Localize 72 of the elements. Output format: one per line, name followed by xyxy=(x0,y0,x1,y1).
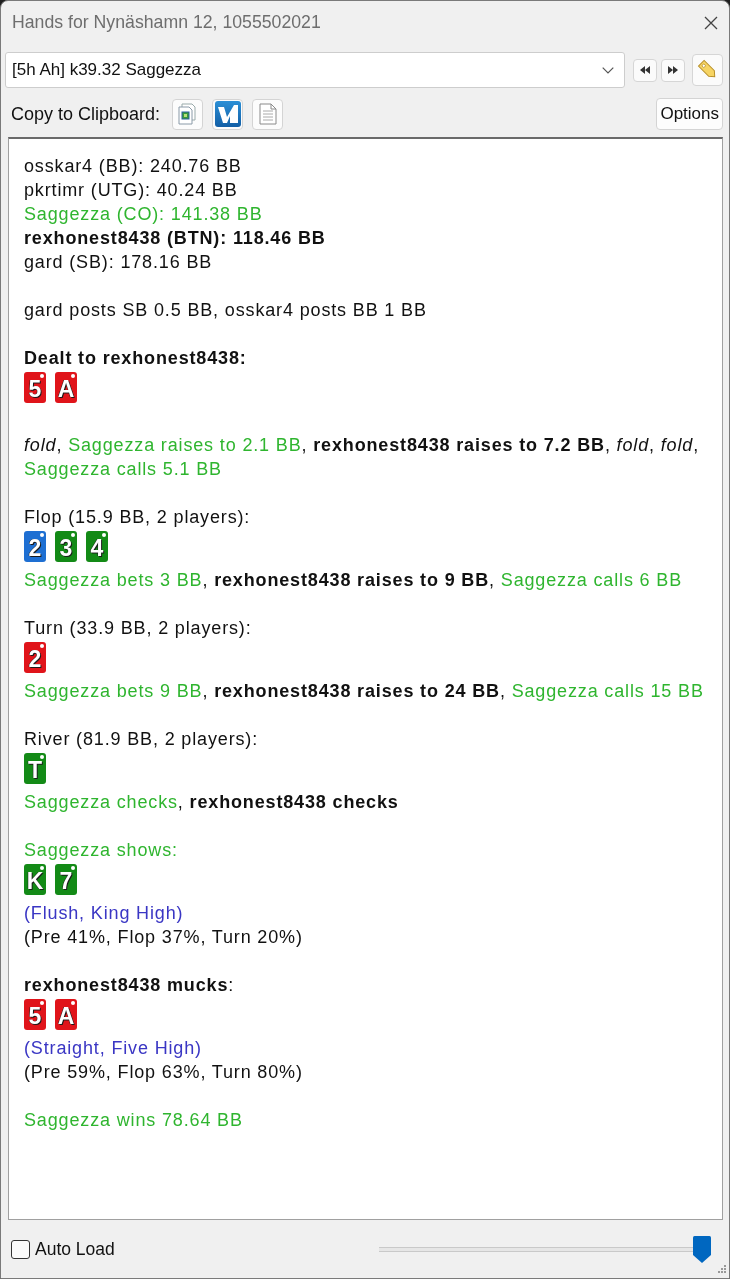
suit-pip-icon xyxy=(40,755,44,759)
zigzag-logo-icon xyxy=(214,101,241,127)
log-text: Flop (15.9 BB, 2 players): xyxy=(24,507,251,527)
opponent-text: Saggezza bets 3 BB, xyxy=(24,570,209,590)
hero-text: rexhonest8438 raises to 7.2 BB, xyxy=(313,435,611,455)
log-text: osskar4 (BB): 240.76 BB xyxy=(24,156,242,176)
hand-rank-text: (Straight, Five High) xyxy=(24,1038,202,1058)
opponent-text: Saggezza checks, xyxy=(24,792,184,812)
slider-thumb[interactable] xyxy=(693,1235,711,1263)
opponent-text: Saggezza shows: xyxy=(24,840,178,860)
opponent-text: Saggezza (CO): 141.38 BB xyxy=(24,204,263,224)
checkbox-label[interactable]: Auto Load xyxy=(35,1238,115,1260)
next-hand-button[interactable] xyxy=(661,58,685,82)
suit-pip-icon xyxy=(40,1001,44,1005)
suit-pip-icon xyxy=(71,374,75,378)
suit-pip-icon xyxy=(71,533,75,537)
log-text: gard (SB): 178.16 BB xyxy=(24,252,213,272)
auto-load-checkbox[interactable] xyxy=(11,1239,30,1259)
suit-pip-icon xyxy=(102,533,106,537)
opponent-text: Saggezza calls 15 BB xyxy=(511,681,704,701)
fast-forward-icon xyxy=(668,66,678,74)
card-rank: 7 xyxy=(59,869,73,893)
fold-text: fold, xyxy=(24,435,63,455)
card-rank: 2 xyxy=(28,536,42,560)
window-title: Hands for Nynäshamn 12, 1055502021 xyxy=(12,12,321,33)
fold-text: fold, xyxy=(660,435,699,455)
hero-text: rexhonest8438 (BTN): 118.46 BB xyxy=(24,228,326,248)
opponent-text: Saggezza calls 6 BB xyxy=(500,570,683,590)
card-rank: 3 xyxy=(59,536,73,560)
log-text: River (81.9 BB, 2 players): xyxy=(24,729,259,749)
copy-logo-button[interactable] xyxy=(212,98,244,130)
hand-dropdown[interactable]: [5h Ah] k39.32 Saggezza xyxy=(5,52,625,88)
previous-hand-button[interactable] xyxy=(633,58,657,82)
chevron-down-icon xyxy=(602,66,614,74)
opponent-text: Saggezza raises to 2.1 BB, xyxy=(68,435,308,455)
card-rank: 5 xyxy=(28,1004,42,1028)
card-rank: 5 xyxy=(28,377,42,401)
hero-text: Dealt to rexhonest8438: xyxy=(24,348,247,368)
close-icon xyxy=(704,15,718,30)
card-rank: 2 xyxy=(28,647,42,671)
log-text: (Pre 59%, Flop 63%, Turn 80%) xyxy=(24,1062,303,1082)
log-text: (Pre 41%, Flop 37%, Turn 20%) xyxy=(24,927,303,947)
rewind-icon xyxy=(640,66,650,74)
hand-rank-text: (Flush, King High) xyxy=(24,903,184,923)
document-icon xyxy=(257,103,278,125)
suit-pip-icon xyxy=(40,374,44,378)
opponent-text: Saggezza calls 5.1 BB xyxy=(24,459,222,479)
card-rank: T xyxy=(27,758,43,782)
card-rank: A xyxy=(57,1004,75,1028)
suit-pip-icon xyxy=(71,1001,75,1005)
suit-pip-icon xyxy=(40,533,44,537)
card-rank: 4 xyxy=(90,536,104,560)
log-text: gard posts SB 0.5 BB, xyxy=(24,300,219,320)
image-document-icon xyxy=(177,103,198,125)
card-rank: A xyxy=(57,377,75,401)
suit-pip-icon xyxy=(40,644,44,648)
hero-text: rexhonest8438 raises to 24 BB, xyxy=(214,681,506,701)
suit-pip-icon xyxy=(71,866,75,870)
log-text: osskar4 posts BB 1 BB xyxy=(224,300,427,320)
hero-text: rexhonest8438 mucks: xyxy=(24,975,235,995)
fold-text: fold, xyxy=(616,435,655,455)
copy-image-button[interactable] xyxy=(172,98,204,130)
options-button[interactable]: Options xyxy=(656,98,723,130)
suit-pip-icon xyxy=(40,866,44,870)
hero-text: rexhonest8438 raises to 9 BB, xyxy=(214,570,495,590)
opponent-text: Saggezza bets 9 BB, xyxy=(24,681,209,701)
hero-text: rexhonest8438 checks xyxy=(189,792,399,812)
opponent-text: Saggezza wins 78.64 BB xyxy=(24,1110,243,1130)
card-rank: K xyxy=(26,869,44,893)
copy-to-clipboard-label: Copy to Clipboard: xyxy=(11,103,161,125)
log-text: pkrtimr (UTG): 40.24 BB xyxy=(24,180,238,200)
log-text: Turn (33.9 BB, 2 players): xyxy=(24,618,252,638)
